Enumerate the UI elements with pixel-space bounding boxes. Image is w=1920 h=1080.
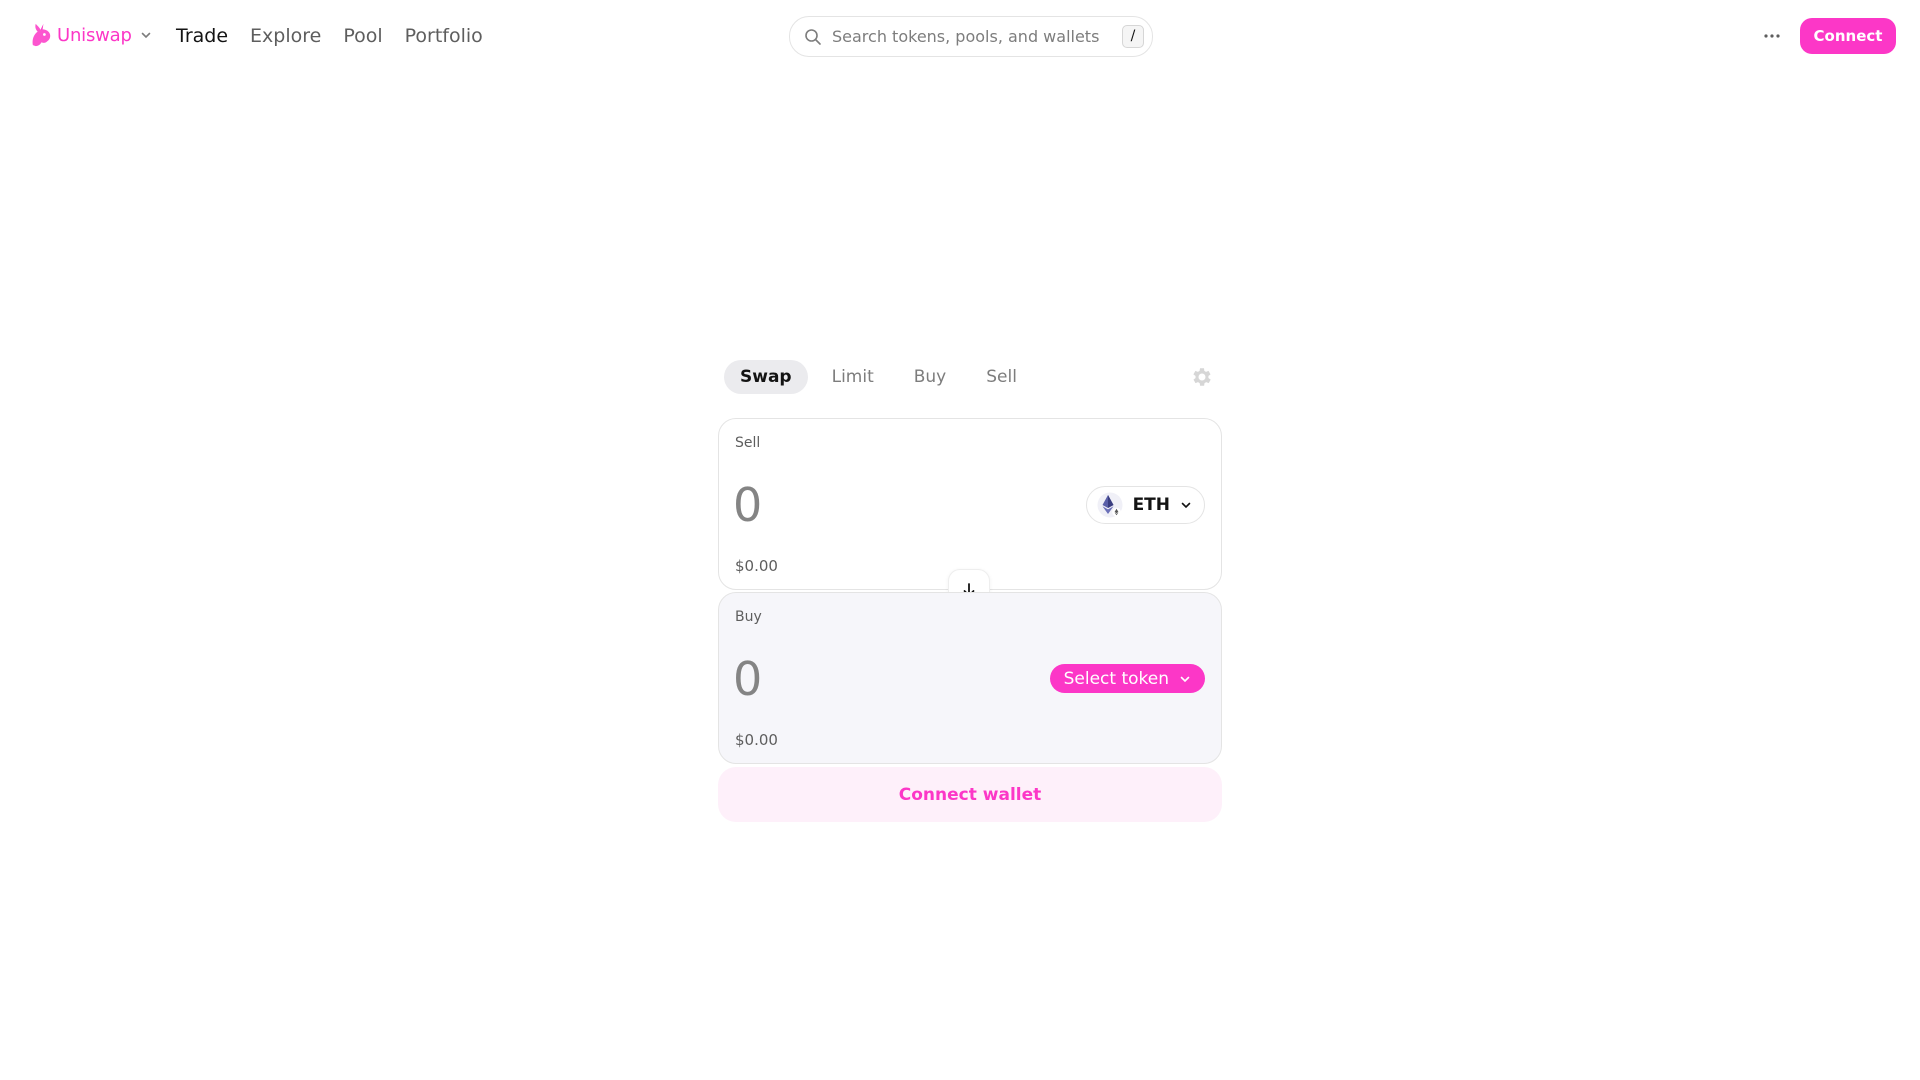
nav-explore[interactable]: Explore [250, 22, 321, 50]
select-token-label: Select token [1063, 668, 1169, 689]
gear-icon[interactable] [1190, 365, 1214, 389]
eth-icon [1097, 492, 1123, 518]
buy-usd-value: $0.00 [735, 731, 778, 749]
search-input[interactable] [832, 27, 1102, 46]
chevron-down-icon [1180, 676, 1190, 682]
search-shortcut-key: / [1122, 25, 1144, 48]
more-button[interactable] [1758, 22, 1786, 50]
buy-amount-input[interactable] [733, 651, 1033, 707]
top-nav: Uniswap Trade Explore Pool Portfolio / C… [0, 0, 1920, 72]
sell-token-selector[interactable]: ETH [1085, 486, 1205, 524]
tab-swap[interactable]: Swap [724, 360, 808, 394]
connect-button[interactable]: Connect [1800, 18, 1896, 54]
search-icon [805, 28, 821, 45]
connect-wallet-button[interactable]: Connect wallet [718, 767, 1222, 822]
buy-label: Buy [735, 609, 762, 625]
chevron-down-icon [1181, 502, 1191, 509]
tab-buy[interactable]: Buy [898, 360, 963, 394]
nav-pool[interactable]: Pool [343, 22, 382, 50]
brand-name: Uniswap [57, 24, 132, 46]
search-bar[interactable]: / [789, 16, 1153, 57]
more-dots-icon [1764, 34, 1780, 38]
sell-amount-input[interactable] [733, 477, 1033, 533]
sell-panel: Sell ETH $0.00 [718, 418, 1222, 590]
chevron-down-icon [141, 32, 151, 39]
buy-panel: Buy Select token $0.00 [718, 592, 1222, 764]
brand-menu[interactable]: Uniswap [28, 20, 152, 50]
tab-sell[interactable]: Sell [970, 360, 1033, 394]
sell-usd-value: $0.00 [735, 557, 778, 575]
tab-limit[interactable]: Limit [816, 360, 890, 394]
swap-tabs: Swap Limit Buy Sell [724, 360, 1033, 394]
unicorn-logo-icon [32, 23, 51, 46]
select-token-button[interactable]: Select token [1049, 664, 1205, 693]
nav-portfolio[interactable]: Portfolio [405, 22, 483, 50]
sell-label: Sell [735, 435, 761, 451]
sell-token-symbol: ETH [1132, 495, 1170, 515]
nav-links: Trade Explore Pool Portfolio [176, 22, 483, 50]
nav-trade[interactable]: Trade [176, 22, 228, 50]
